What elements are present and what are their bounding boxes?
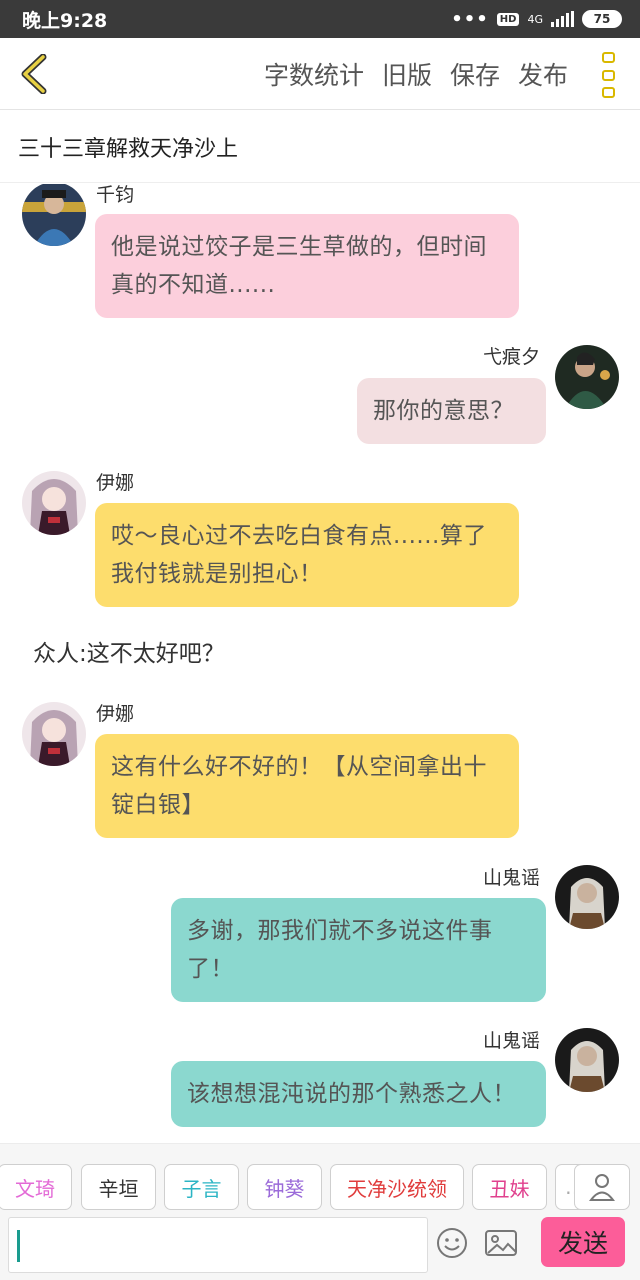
more-icon[interactable] [598, 52, 618, 98]
message-bubble[interactable]: 这有什么好不好的！【从空间拿出十锭白银】 [95, 734, 519, 838]
speaker-name: 山鬼谣 [483, 1030, 541, 1052]
avatar[interactable] [22, 471, 86, 535]
role-chip[interactable]: 钟葵 [247, 1164, 322, 1210]
word-count-button[interactable]: 字数统计 [264, 56, 364, 92]
signal-icon [551, 11, 574, 27]
role-chip[interactable]: 子言 [164, 1164, 239, 1210]
message-bubble[interactable]: 多谢，那我们就不多说这件事了！ [171, 898, 546, 1002]
chapter-title[interactable]: 三十三章解救天净沙上 [18, 131, 238, 163]
status-indicators: ••• HD 4G 75 [451, 9, 622, 30]
editor-toolbar: 字数统计 旧版 保存 发布 [0, 38, 640, 110]
old-version-button[interactable]: 旧版 [382, 56, 432, 92]
battery-level: 75 [593, 12, 611, 26]
save-button[interactable]: 保存 [450, 56, 500, 92]
role-chip[interactable]: 丑妹 [472, 1164, 547, 1210]
role-chip[interactable]: 文琦 [0, 1164, 72, 1210]
role-selector-bar: 文琦 辛垣 子言 钟葵 天净沙统领 丑妹 … [0, 1143, 640, 1215]
smiley-icon[interactable] [436, 1227, 468, 1259]
chevron-left-icon [21, 54, 47, 94]
message-bubble[interactable]: 哎～良心过不去吃白食有点......算了我付钱就是别担心！ [95, 503, 519, 607]
speaker-name: 伊娜 [96, 472, 135, 494]
send-button[interactable]: 发送 [541, 1217, 625, 1267]
speaker-name: 伊娜 [96, 703, 135, 725]
role-chip[interactable]: 辛垣 [81, 1164, 156, 1210]
message-bubble[interactable]: 那你的意思？ [357, 378, 546, 444]
avatar[interactable] [555, 1028, 619, 1092]
avatar[interactable] [555, 345, 619, 409]
network-type: 4G [527, 12, 543, 26]
speaker-name: 弋痕夕 [483, 346, 541, 368]
narration-text[interactable]: 众人:这不太好吧？ [33, 634, 225, 668]
role-chip[interactable]: 天净沙统领 [330, 1164, 464, 1210]
notification-dots: ••• [451, 8, 489, 30]
image-icon[interactable] [484, 1227, 518, 1259]
message-input[interactable] [8, 1217, 428, 1273]
speaker-name: 千钧 [96, 184, 135, 206]
chapter-bar: 三十三章解救天净沙上 [0, 111, 640, 183]
text-cursor [17, 1230, 20, 1262]
battery-icon: 75 [582, 10, 622, 28]
status-time: 晚上9:28 [22, 9, 108, 32]
chat-area[interactable]: 千钧 他是说过饺子是三生草做的，但时间真的不知道...... 弋痕夕 那你的意思… [0, 184, 640, 1143]
user-icon[interactable] [574, 1164, 630, 1210]
speaker-name: 山鬼谣 [483, 867, 541, 889]
status-bar: 晚上9:28 ••• HD 4G 75 [0, 0, 640, 38]
toolbar-actions: 字数统计 旧版 保存 发布 [264, 38, 568, 110]
message-bubble[interactable]: 该想想混沌说的那个熟悉之人！ [171, 1061, 546, 1127]
publish-button[interactable]: 发布 [518, 56, 568, 92]
avatar[interactable] [555, 865, 619, 929]
avatar[interactable] [22, 184, 86, 246]
hd-badge: HD [496, 12, 520, 26]
back-button[interactable] [14, 54, 54, 94]
avatar[interactable] [22, 702, 86, 766]
message-bubble[interactable]: 他是说过饺子是三生草做的，但时间真的不知道...... [95, 214, 519, 318]
input-bar: 发送 [0, 1215, 640, 1280]
